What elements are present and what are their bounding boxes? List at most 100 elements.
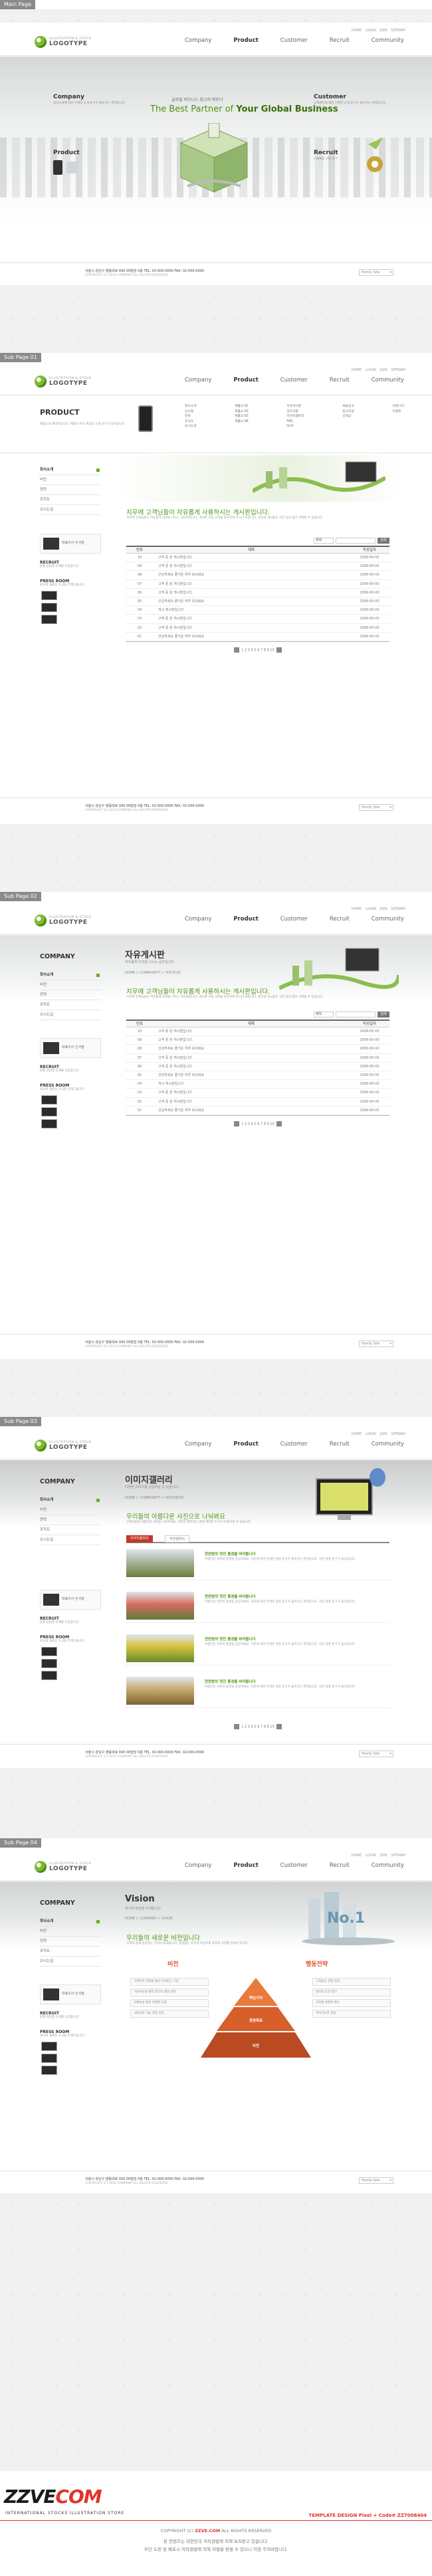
store-logo[interactable]: ZZVECOM — [4, 2486, 102, 2508]
gallery-item[interactable]: 천연방의 멋진 풍경을 바라봅니다 아름다운 자연의 풍경을 감상하세요. 사진… — [126, 1631, 389, 1665]
util-sitemap[interactable]: SITEMAP — [391, 29, 405, 33]
lnb-item[interactable]: 회사소개 — [40, 465, 101, 475]
recruit-info[interactable]: RECRUIT 함께 성장할 인재를 모집합니다. — [40, 1065, 101, 1073]
lnb-item[interactable]: 비전 — [40, 475, 101, 485]
lnb-item[interactable]: 회사소개 — [40, 970, 101, 980]
family-site-select[interactable]: Family Site — [359, 1341, 393, 1347]
prev-page-icon[interactable] — [233, 647, 239, 653]
table-row[interactable]: 06 고객 중 원 게시판입니다. 2009-00-00 — [126, 1063, 389, 1071]
table-row[interactable]: 03 고객 중 원 게시판입니다. 2009-00-00 — [126, 615, 389, 624]
ceo-banner[interactable]: 대표이사 인사말 — [40, 1985, 101, 2004]
table-row[interactable]: 04 게시 게시판입니다. 2009-00-00 — [126, 606, 389, 615]
util-join[interactable]: JOIN — [380, 29, 387, 33]
tab-recommended[interactable]: 추천갤러리 — [165, 1535, 190, 1543]
search-select[interactable]: 제목 — [314, 538, 334, 544]
logo[interactable]: ILLUSTRATION & STOCK LOGOTYPE — [35, 1861, 91, 1873]
search-button[interactable]: 검색 — [378, 1012, 389, 1018]
table-row[interactable]: 09 고객 중 원 게시판입니다. 2009-00-00 — [126, 562, 389, 572]
search-input[interactable] — [336, 1012, 376, 1018]
family-site-select[interactable]: Family Site — [359, 1751, 393, 1757]
ceo-banner[interactable]: 대표이사 인사말 — [40, 534, 101, 554]
util-login[interactable]: LOGIN — [366, 29, 376, 33]
logo[interactable]: ILLUSTRATION & STOCK LOGOTYPE — [35, 914, 91, 926]
table-row[interactable]: 10 고객 중 원 게시판입니다. 2009-00-00 — [126, 1027, 389, 1037]
product-box[interactable]: Product — [53, 150, 126, 156]
family-site-select[interactable]: Family Site — [359, 804, 393, 811]
lnb-item[interactable]: 오시는길 — [40, 1957, 101, 1967]
nav-community[interactable]: Community — [372, 37, 404, 44]
table-row[interactable]: 08 건강하세요 즐거운 하루 보내세요 2009-00-00 — [126, 1045, 389, 1054]
table-row[interactable]: 05 건강하세요 즐거운 하루 보내세요 2009-00-00 — [126, 597, 389, 607]
gallery-item[interactable]: 천연방의 멋진 풍경을 바라봅니다 아름다운 자연의 풍경을 감상하세요. 사진… — [126, 1588, 389, 1623]
logo[interactable]: ILLUSTRATION & STOCK LOGOTYPE — [35, 1440, 91, 1451]
lnb-item[interactable]: 오시는길 — [40, 1010, 101, 1020]
lnb-item[interactable]: 회사소개 — [40, 1917, 101, 1927]
gallery-item[interactable]: 천연방의 멋진 풍경을 바라봅니다 아름다운 자연의 풍경을 감상하세요. 사진… — [126, 1673, 389, 1708]
table-row[interactable]: 01 건강하세요 즐거운 하루 보내세요 2009-00-00 — [126, 633, 389, 641]
press-info[interactable]: PRESS ROOM 회사의 새로운 소식을 전해드립니다. — [40, 579, 101, 588]
lnb-item[interactable]: 오시는길 — [40, 1535, 101, 1545]
ceo-banner[interactable]: 대표이사 인사말 — [40, 1038, 101, 1058]
gallery-image[interactable] — [126, 1677, 194, 1705]
table-row[interactable]: 02 고객 중 원 게시판입니다. 2009-00-00 — [126, 624, 389, 633]
next-page-icon[interactable] — [276, 647, 282, 653]
table-row[interactable]: 02 고객 중 원 게시판입니다. 2009-00-00 — [126, 1098, 389, 1107]
gallery-item[interactable]: 천연방의 멋진 풍경을 바라봅니다 아름다운 자연의 풍경을 감상하세요. 사진… — [126, 1546, 389, 1580]
family-site-select[interactable]: Family Site — [359, 269, 393, 276]
table-row[interactable]: 10 고객 중 원 게시판입니다. 2009-00-00 — [126, 554, 389, 563]
prev-page-icon[interactable] — [233, 1121, 239, 1127]
press-info[interactable]: PRESS ROOM 회사의 새로운 소식을 전해드립니다. — [40, 1635, 101, 1644]
table-row[interactable]: 06 고객 중 원 게시판입니다. 2009-00-00 — [126, 589, 389, 597]
table-row[interactable]: 05 건강하세요 즐거운 하루 보내세요 2009-00-00 — [126, 1071, 389, 1081]
lnb-item[interactable]: 회사소개 — [40, 1495, 101, 1505]
table-row[interactable]: 09 고객 중 원 게시판입니다. 2009-00-00 — [126, 1036, 389, 1045]
lnb-item[interactable]: 연혁 — [40, 1937, 101, 1947]
lnb-item[interactable]: 조직도 — [40, 1947, 101, 1957]
page-numbers[interactable]: 1 2 3 4 5 6 7 8 9 10 — [241, 1725, 274, 1729]
next-page-icon[interactable] — [276, 1121, 282, 1127]
ceo-banner[interactable]: 대표이사 인사말 — [40, 1590, 101, 1610]
lnb-item[interactable]: 연혁 — [40, 485, 101, 495]
page-numbers[interactable]: 1 2 3 4 5 6 7 8 9 10 — [241, 1122, 274, 1126]
more-link[interactable]: more + — [314, 106, 387, 109]
recruit-info[interactable]: RECRUIT 함께 성장할 인재를 모집합니다. — [40, 1616, 101, 1625]
lnb-item[interactable]: 조직도 — [40, 1525, 101, 1535]
table-row[interactable]: 08 건강하세요 즐거운 하루 보내세요 2009-00-00 — [126, 571, 389, 580]
util-home[interactable]: HOME — [352, 29, 362, 33]
lnb-item[interactable]: 비전 — [40, 1505, 101, 1515]
lnb-item[interactable]: 연혁 — [40, 1515, 101, 1525]
lnb-item[interactable]: 조직도 — [40, 1000, 101, 1010]
lnb-item[interactable]: 비전 — [40, 1927, 101, 1937]
logo[interactable]: ILLUSTRATION & STOCK LOGOTYPE — [35, 36, 91, 48]
lnb-item[interactable]: 오시는길 — [40, 505, 101, 515]
nav-company[interactable]: Company — [185, 37, 211, 44]
table-row[interactable]: 07 고객 중 원 게시판입니다. 2009-00-00 — [126, 1054, 389, 1063]
lnb-item[interactable]: 조직도 — [40, 495, 101, 505]
tab-gallery[interactable]: 이미지갤러리 — [126, 1535, 153, 1543]
nav-customer[interactable]: Customer — [280, 37, 308, 44]
search-input[interactable] — [336, 538, 376, 544]
page-numbers[interactable]: 1 2 3 4 5 6 7 8 9 10 — [241, 648, 274, 652]
search-select[interactable]: 제목 — [314, 1012, 334, 1018]
logo[interactable]: ILLUSTRATION & STOCK LOGOTYPE — [35, 376, 91, 387]
prev-page-icon[interactable] — [233, 1724, 239, 1729]
table-row[interactable]: 03 고객 중 원 게시판입니다. 2009-00-00 — [126, 1089, 389, 1098]
table-row[interactable]: 01 건강하세요 즐거운 하루 보내세요 2009-00-00 — [126, 1107, 389, 1115]
table-row[interactable]: 04 게시 게시판입니다. 2009-00-00 — [126, 1080, 389, 1089]
gallery-image[interactable] — [126, 1549, 194, 1577]
gallery-image[interactable] — [126, 1634, 194, 1662]
next-page-icon[interactable] — [276, 1724, 282, 1729]
nav-recruit[interactable]: Recruit — [330, 37, 350, 44]
press-info[interactable]: PRESS ROOM 회사의 새로운 소식을 전해드립니다. — [40, 1083, 101, 1092]
nav-product[interactable]: Product — [233, 37, 259, 44]
lnb-item[interactable]: 연혁 — [40, 990, 101, 1000]
press-info[interactable]: PRESS ROOM 회사의 새로운 소식을 전해드립니다. — [40, 2030, 101, 2038]
customer-box[interactable]: Customer 고객센터에 대한 간략한 소개 문구가 들어가는 영역입니다.… — [314, 94, 387, 109]
recruit-info[interactable]: RECRUIT 함께 성장할 인재를 모집합니다. — [40, 560, 101, 569]
table-row[interactable]: 07 고객 중 원 게시판입니다. 2009-00-00 — [126, 580, 389, 589]
gallery-image[interactable] — [126, 1592, 194, 1620]
family-site-select[interactable]: Family Site — [359, 2177, 393, 2184]
recruit-info[interactable]: RECRUIT 함께 성장할 인재를 모집합니다. — [40, 2011, 101, 2020]
company-box[interactable]: Company 회사소개에 대한 간략한 소개 문구가 들어가는 영역입니다. — [53, 94, 126, 106]
lnb-item[interactable]: 비전 — [40, 980, 101, 990]
